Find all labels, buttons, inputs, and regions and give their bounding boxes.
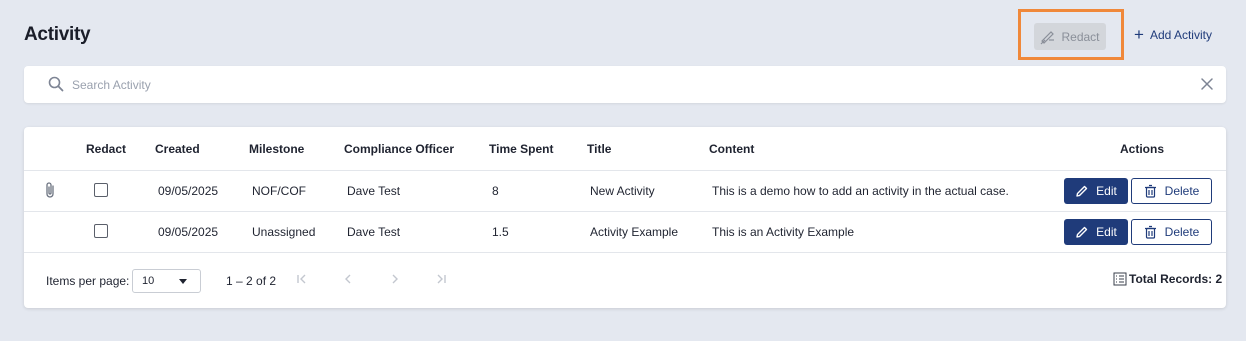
close-icon[interactable] [1200, 77, 1214, 91]
delete-button-label: Delete [1164, 225, 1200, 239]
list-icon [1113, 272, 1127, 286]
trash-icon [1144, 225, 1156, 239]
header-divider [24, 170, 1226, 171]
column-header-milestone[interactable]: Milestone [249, 142, 304, 156]
search-icon [48, 76, 64, 92]
redact-checkbox[interactable] [94, 183, 108, 197]
add-activity-label: Add Activity [1149, 28, 1212, 42]
page-size-value: 10 [142, 275, 155, 287]
search-bar [24, 66, 1226, 103]
column-header-created[interactable]: Created [155, 142, 200, 156]
delete-button-label: Delete [1164, 184, 1200, 198]
page-size-select[interactable]: 10 [132, 269, 201, 293]
cell-created: 09/05/2025 [158, 184, 219, 198]
edit-button-label: Edit [1096, 184, 1117, 198]
pencil-icon [1076, 185, 1088, 197]
plus-icon: + [1134, 25, 1144, 44]
prev-page-icon[interactable] [341, 272, 355, 286]
row-divider [24, 211, 1226, 212]
items-per-page-label: Items per page: [46, 274, 130, 288]
edit-button[interactable]: Edit [1064, 178, 1128, 204]
redact-icon [1041, 30, 1055, 44]
chevron-down-icon [179, 279, 187, 284]
cell-milestone: NOF/COF [252, 184, 306, 198]
first-page-icon[interactable] [295, 272, 309, 286]
cell-created: 09/05/2025 [158, 225, 219, 239]
column-header-actions: Actions [1120, 142, 1165, 156]
next-page-icon[interactable] [388, 272, 402, 286]
redact-checkbox[interactable] [94, 224, 108, 238]
search-input[interactable] [72, 75, 1172, 95]
cell-compliance-officer: Dave Test [347, 225, 401, 239]
delete-button[interactable]: Delete [1131, 178, 1212, 204]
total-records: Total Records: 2 [1113, 272, 1222, 286]
delete-button[interactable]: Delete [1131, 219, 1212, 245]
activity-table-card: Redact Created Milestone Compliance Offi… [24, 127, 1226, 308]
edit-button-label: Edit [1096, 225, 1117, 239]
pencil-icon [1076, 226, 1088, 238]
cell-content: This is a demo how to add an activity in… [712, 184, 1009, 198]
row-divider [24, 252, 1226, 253]
column-header-title[interactable]: Title [587, 142, 611, 156]
cell-time-spent: 1.5 [492, 225, 509, 239]
cell-title: New Activity [590, 184, 655, 198]
pagination-range: 1 – 2 of 2 [226, 274, 277, 288]
redact-button[interactable]: Redact [1034, 23, 1106, 50]
cell-title: Activity Example [590, 225, 679, 239]
page-title: Activity [24, 24, 91, 45]
redact-button-label: Redact [1061, 29, 1100, 44]
edit-button[interactable]: Edit [1064, 219, 1128, 245]
paperclip-icon[interactable] [43, 181, 57, 199]
column-header-compliance-officer[interactable]: Compliance Officer [344, 142, 454, 156]
add-activity-button[interactable]: + Add Activity [1134, 25, 1212, 44]
last-page-icon[interactable] [434, 272, 448, 286]
column-header-content[interactable]: Content [709, 142, 754, 156]
column-header-redact[interactable]: Redact [86, 142, 126, 156]
cell-content: This is an Activity Example [712, 225, 855, 239]
column-header-time-spent[interactable]: Time Spent [489, 142, 553, 156]
total-records-label: Total Records: 2 [1129, 272, 1223, 286]
cell-time-spent: 8 [492, 184, 499, 198]
cell-compliance-officer: Dave Test [347, 184, 401, 198]
cell-milestone: Unassigned [252, 225, 316, 239]
trash-icon [1144, 184, 1156, 198]
